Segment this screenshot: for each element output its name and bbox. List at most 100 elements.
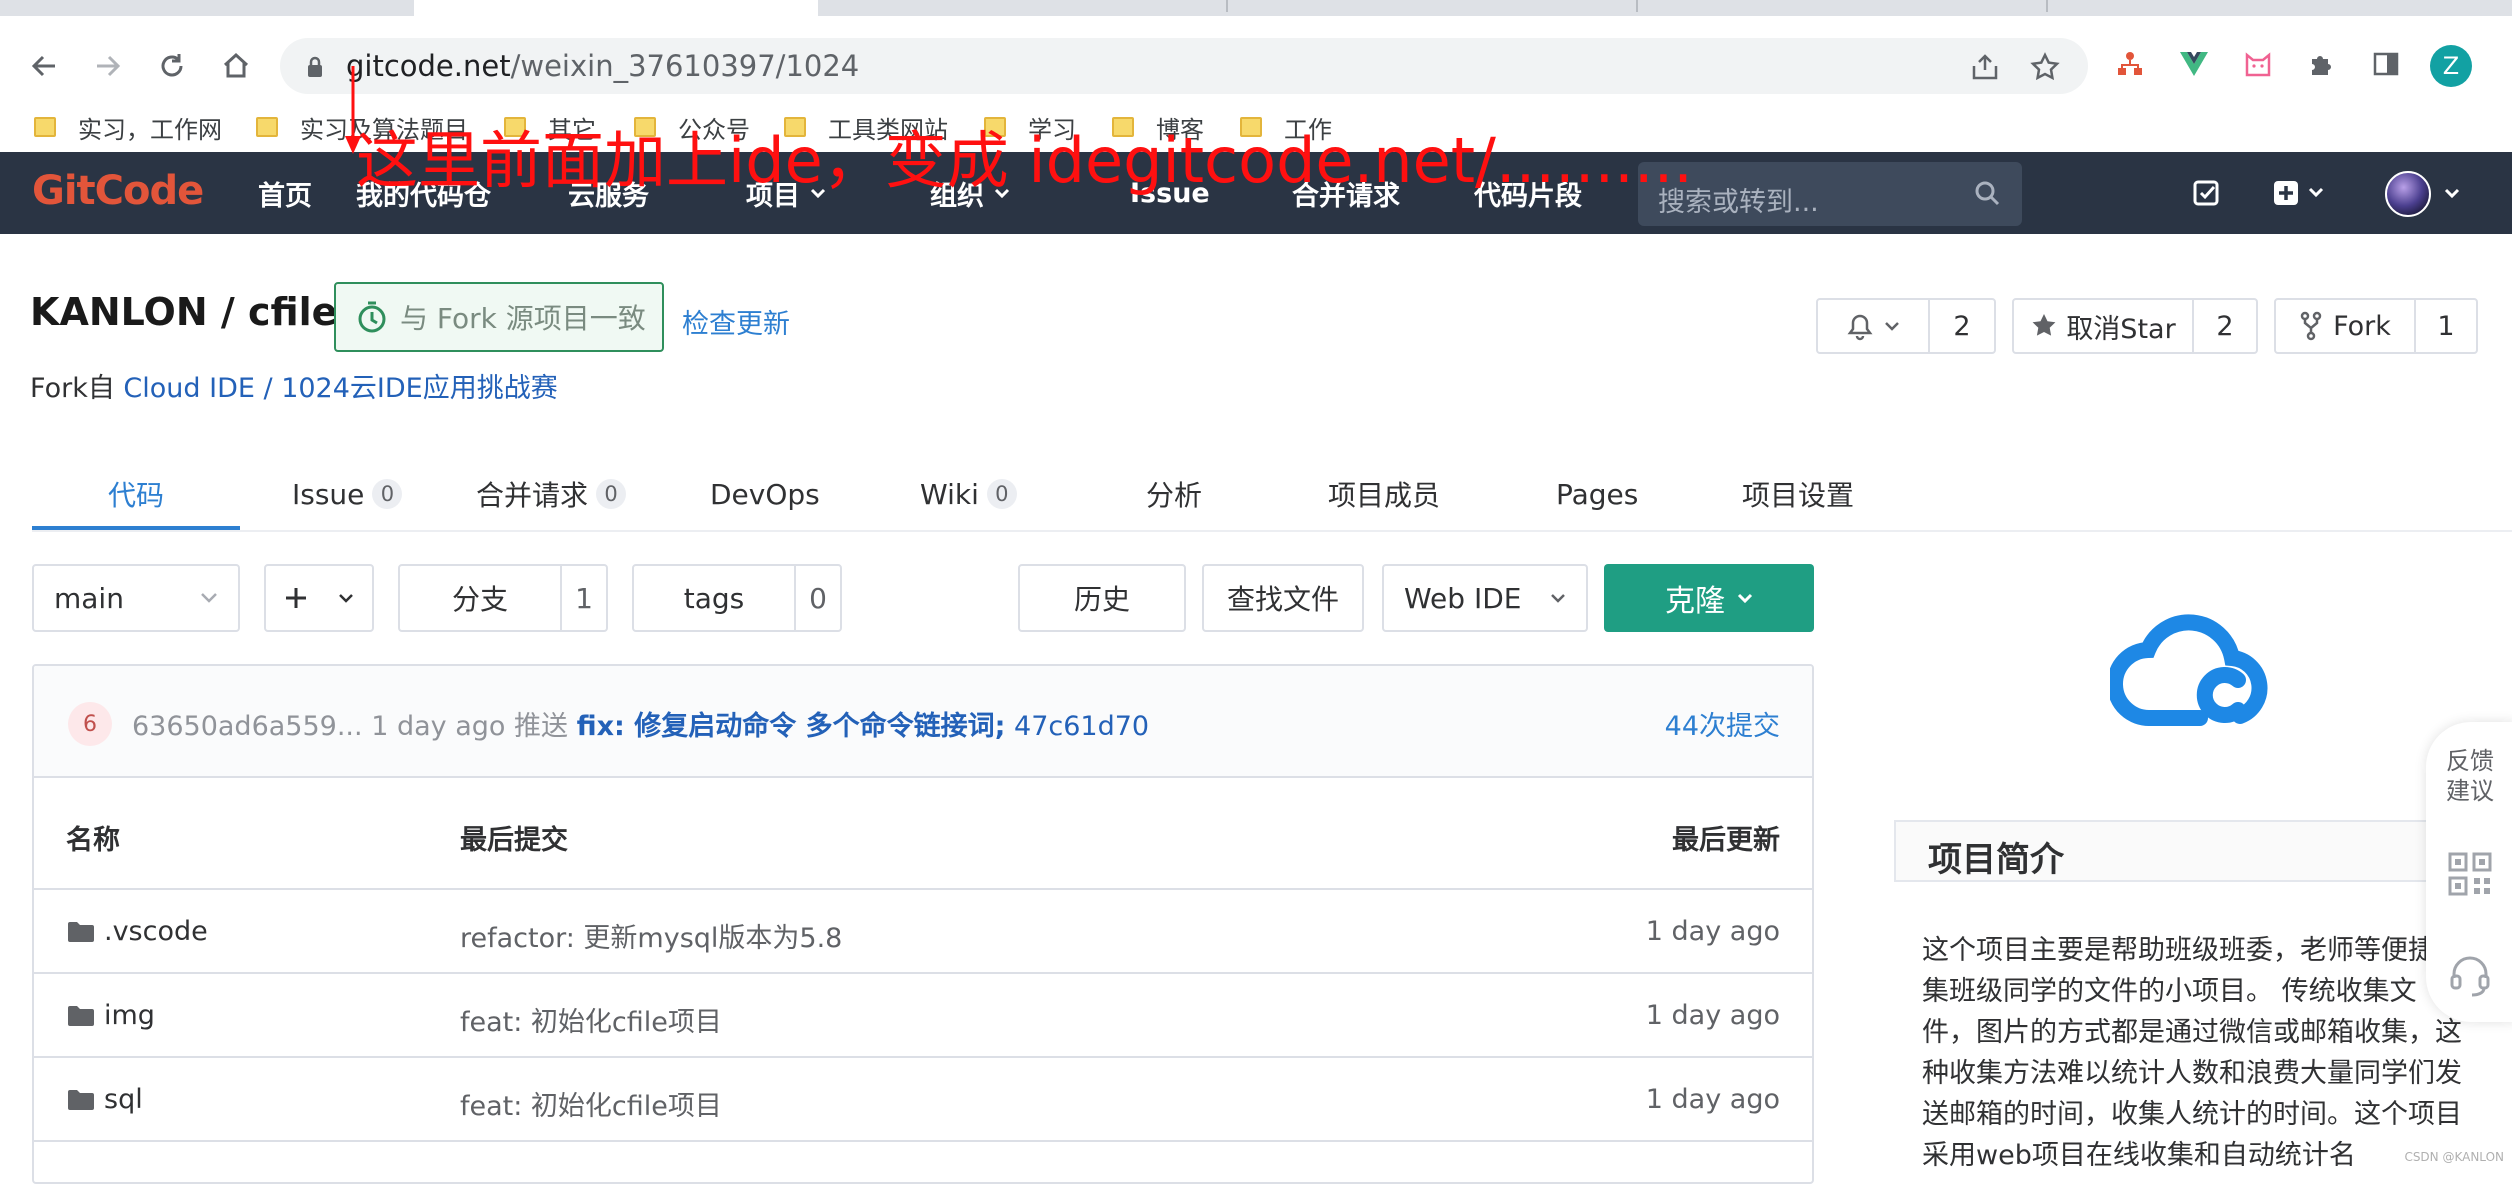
extension-org-icon[interactable] bbox=[2112, 46, 2148, 82]
folder-icon bbox=[34, 117, 56, 137]
file-table-header: 名称 最后提交 最后更新 bbox=[34, 778, 1812, 890]
last-commit-row: 6 63650ad6a559... 1 day ago 推送 fix: 修复启动… bbox=[34, 666, 1812, 778]
table-row[interactable]: sql feat: 初始化cfile项目 1 day ago bbox=[34, 1058, 1812, 1142]
history-button[interactable]: 历史 bbox=[1018, 564, 1186, 632]
project-cloud-icon bbox=[2110, 610, 2270, 730]
file-commit-message[interactable]: refactor: 更新mysql版本为5.8 bbox=[460, 916, 842, 955]
fork-source: Fork自 Cloud IDE / 1024云IDE应用挑战赛 bbox=[30, 373, 558, 404]
fork-button[interactable]: Fork 1 bbox=[2274, 298, 2478, 354]
user-avatar[interactable] bbox=[2384, 170, 2468, 218]
tab-pages[interactable]: Pages bbox=[1556, 456, 1638, 532]
tab-separator bbox=[1226, 0, 1228, 12]
bookmark-star-icon[interactable] bbox=[2030, 52, 2060, 82]
file-updated-time: 1 day ago bbox=[1645, 1000, 1780, 1031]
project-tabs: 代码 Issue 0 合并请求 0 DevOps Wiki 0 分析 项目成员 Pag… bbox=[32, 456, 2512, 532]
tab-analytics[interactable]: 分析 bbox=[1146, 456, 1202, 532]
site-search-input[interactable]: 搜索或转到... bbox=[1638, 162, 2022, 226]
plus-icon bbox=[284, 586, 308, 610]
file-commit-message[interactable]: feat: 初始化cfile项目 bbox=[460, 1084, 722, 1123]
project-intro-text: 这个项目主要是帮助班级班委，老师等便捷收集班级同学的文件的小项目。 传统收集文件… bbox=[1922, 935, 2462, 1171]
column-name: 名称 bbox=[66, 825, 120, 856]
side-panel-icon[interactable] bbox=[2368, 46, 2404, 82]
file-browser: 6 63650ad6a559... 1 day ago 推送 fix: 修复启动… bbox=[32, 664, 1814, 1184]
chevron-down-icon bbox=[1737, 593, 1753, 603]
feedback-button[interactable]: 反馈建议 bbox=[2440, 746, 2500, 806]
column-last-commit: 最后提交 bbox=[460, 825, 568, 856]
browser-active-tab[interactable] bbox=[414, 0, 818, 16]
branch-select[interactable]: main bbox=[32, 564, 240, 632]
file-name[interactable]: sql bbox=[104, 1084, 143, 1115]
profile-avatar[interactable]: Z bbox=[2430, 45, 2472, 87]
annotation-text: 这里前面加上ide，变成 idegitcode.net/.......... bbox=[356, 124, 1693, 197]
search-icon[interactable] bbox=[1974, 180, 2000, 206]
project-title: KANLON / cfile bbox=[30, 290, 338, 334]
table-row[interactable]: .vscode refactor: 更新mysql版本为5.8 1 day ag… bbox=[34, 890, 1812, 974]
home-icon[interactable] bbox=[216, 46, 256, 86]
cat-extension-icon[interactable] bbox=[2240, 46, 2276, 82]
commit-count-link[interactable]: 44次提交 bbox=[1665, 704, 1780, 743]
commit-message-link[interactable]: fix: 修复启动命令 多个命令链接词; bbox=[577, 711, 1006, 742]
folder-icon bbox=[66, 1004, 104, 1028]
tab-issue[interactable]: Issue 0 bbox=[292, 456, 403, 532]
browser-toolbar: gitcode.net/weixin_37610397/1024 Z bbox=[0, 16, 2512, 102]
folder-icon bbox=[256, 117, 278, 137]
chevron-down-icon bbox=[200, 592, 218, 604]
bell-icon[interactable] bbox=[1818, 300, 1930, 352]
tab-separator bbox=[1636, 0, 1638, 12]
committer-avatar[interactable]: 6 bbox=[68, 702, 112, 746]
tab-merge-requests[interactable]: 合并请求 0 bbox=[476, 456, 627, 532]
browser-tab-strip bbox=[0, 0, 2512, 16]
file-commit-message[interactable]: feat: 初始化cfile项目 bbox=[460, 1000, 722, 1039]
tab-settings[interactable]: 项目设置 bbox=[1742, 456, 1854, 532]
file-name[interactable]: img bbox=[104, 1000, 155, 1031]
qrcode-icon[interactable] bbox=[2448, 852, 2492, 896]
fork-source-link[interactable]: Cloud IDE / 1024云IDE应用挑战赛 bbox=[123, 373, 557, 404]
file-updated-time: 1 day ago bbox=[1645, 916, 1780, 947]
clone-button[interactable]: 克隆 bbox=[1604, 564, 1814, 632]
notification-button[interactable]: 2 bbox=[1816, 298, 1996, 354]
watermark: CSDN @KANLON bbox=[2404, 1150, 2504, 1164]
todo-check-icon[interactable] bbox=[2192, 178, 2222, 208]
tab-members[interactable]: 项目成员 bbox=[1328, 456, 1440, 532]
nav-home[interactable]: 首页 bbox=[258, 152, 312, 234]
check-update-link[interactable]: 检查更新 bbox=[682, 302, 790, 341]
bookmark-folder[interactable]: 实习，工作网 bbox=[34, 102, 222, 152]
web-ide-button[interactable]: Web IDE bbox=[1382, 564, 1588, 632]
tags-button[interactable]: tags 0 bbox=[632, 564, 842, 632]
vue-devtools-icon[interactable] bbox=[2176, 46, 2212, 82]
last-commit-info: 63650ad6a559... 1 day ago 推送 fix: 修复启动命令… bbox=[132, 711, 1150, 742]
reload-icon[interactable] bbox=[152, 46, 192, 86]
commit-sha-link[interactable]: 47c61d70 bbox=[1014, 711, 1149, 742]
timer-icon bbox=[356, 300, 388, 334]
folder-icon bbox=[66, 1088, 104, 1112]
unstar-button[interactable]: 取消Star 2 bbox=[2012, 298, 2258, 354]
chevron-down-icon bbox=[338, 593, 354, 603]
file-name[interactable]: .vscode bbox=[104, 916, 208, 947]
lock-icon[interactable] bbox=[306, 56, 324, 78]
url-text[interactable]: gitcode.net/weixin_37610397/1024 bbox=[346, 48, 859, 84]
tab-code[interactable]: 代码 bbox=[108, 456, 164, 532]
back-icon[interactable] bbox=[24, 46, 64, 86]
customer-service-headset-icon[interactable] bbox=[2448, 954, 2492, 998]
find-file-button[interactable]: 查找文件 bbox=[1202, 564, 1364, 632]
address-bar[interactable]: gitcode.net/weixin_37610397/1024 bbox=[280, 38, 2088, 94]
folder-icon bbox=[66, 920, 104, 944]
tab-separator bbox=[2046, 0, 2048, 12]
column-last-updated: 最后更新 bbox=[1672, 825, 1780, 856]
new-item-plus-icon[interactable] bbox=[2272, 178, 2328, 208]
chevron-down-icon bbox=[1550, 593, 1566, 603]
project-intro-title: 项目简介 bbox=[1928, 840, 2064, 880]
gitcode-logo[interactable]: GitCode bbox=[32, 168, 204, 214]
table-row[interactable]: img feat: 初始化cfile项目 1 day ago bbox=[34, 974, 1812, 1058]
project-intro-header: 项目简介 bbox=[1894, 820, 2494, 882]
share-icon[interactable] bbox=[1970, 52, 2000, 82]
forward-icon[interactable] bbox=[88, 46, 128, 86]
extensions-puzzle-icon[interactable] bbox=[2304, 46, 2340, 82]
add-dropdown-button[interactable] bbox=[264, 564, 374, 632]
fork-sync-badge[interactable]: 与 Fork 源项目一致 bbox=[334, 282, 664, 352]
tab-devops[interactable]: DevOps bbox=[710, 456, 820, 532]
branches-button[interactable]: 分支 1 bbox=[398, 564, 608, 632]
commit-hash[interactable]: 63650ad6a559... bbox=[132, 711, 363, 742]
tab-wiki[interactable]: Wiki 0 bbox=[920, 456, 1017, 532]
file-updated-time: 1 day ago bbox=[1645, 1084, 1780, 1115]
